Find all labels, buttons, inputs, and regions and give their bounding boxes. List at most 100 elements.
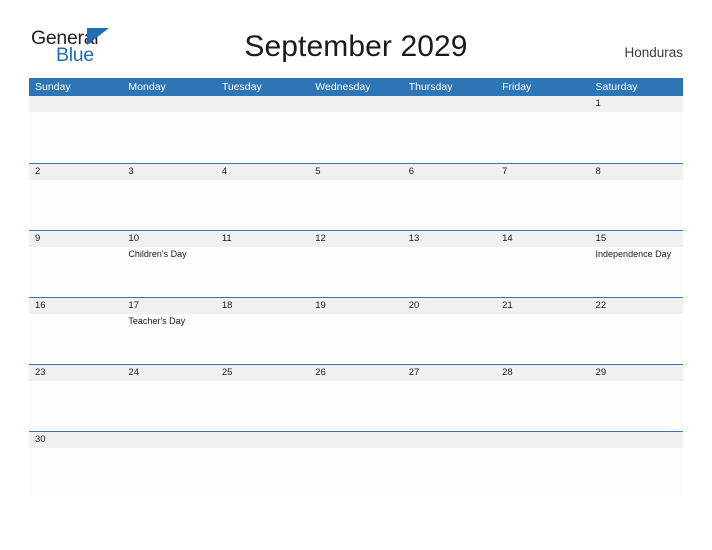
day-number[interactable]: 15 xyxy=(590,231,683,247)
day-number[interactable]: 27 xyxy=(403,365,496,381)
day-event xyxy=(496,448,589,497)
day-number[interactable] xyxy=(309,96,402,112)
day-event xyxy=(309,381,402,430)
day-number[interactable] xyxy=(216,432,309,448)
day-number[interactable]: 25 xyxy=(216,365,309,381)
weekday-header-sunday: Sunday xyxy=(35,81,71,93)
week-event-strip xyxy=(29,381,683,430)
day-number[interactable]: 19 xyxy=(309,298,402,314)
day-number[interactable]: 17 xyxy=(122,298,215,314)
day-number[interactable]: 28 xyxy=(496,365,589,381)
day-number[interactable]: 1 xyxy=(590,96,683,112)
day-event xyxy=(216,247,309,296)
day-event xyxy=(216,381,309,430)
day-event xyxy=(122,381,215,430)
weekday-header-thursday: Thursday xyxy=(408,81,453,93)
day-number[interactable] xyxy=(29,96,122,112)
day-event xyxy=(216,112,309,161)
day-event xyxy=(403,381,496,430)
day-event xyxy=(309,247,402,296)
day-event xyxy=(403,314,496,363)
day-number[interactable]: 11 xyxy=(216,231,309,247)
calendar-page: General Blue September 2029 Honduras Sun… xyxy=(0,0,712,550)
day-number[interactable] xyxy=(403,432,496,448)
day-event xyxy=(590,381,683,430)
day-number[interactable]: 18 xyxy=(216,298,309,314)
day-number[interactable]: 23 xyxy=(29,365,122,381)
day-number[interactable] xyxy=(309,432,402,448)
day-number[interactable]: 2 xyxy=(29,164,122,180)
day-event xyxy=(309,180,402,229)
week-date-strip: 1 xyxy=(29,96,683,112)
day-event xyxy=(29,448,122,497)
day-number[interactable]: 6 xyxy=(403,164,496,180)
day-event xyxy=(496,180,589,229)
day-event xyxy=(590,448,683,497)
day-number[interactable]: 14 xyxy=(496,231,589,247)
day-number[interactable]: 30 xyxy=(29,432,122,448)
day-number[interactable]: 21 xyxy=(496,298,589,314)
day-number[interactable]: 29 xyxy=(590,365,683,381)
weekday-header-monday: Monday xyxy=(128,81,166,93)
day-number[interactable] xyxy=(496,432,589,448)
weekday-header-saturday: Saturday xyxy=(595,81,638,93)
week-date-strip: 16 17 18 19 20 21 22 xyxy=(29,298,683,314)
day-number[interactable] xyxy=(403,96,496,112)
day-number[interactable]: 13 xyxy=(403,231,496,247)
day-event xyxy=(403,180,496,229)
page-title: September 2029 xyxy=(244,30,468,63)
weekday-header-wednesday: Wednesday xyxy=(315,81,371,93)
day-event xyxy=(29,247,122,296)
day-number[interactable] xyxy=(496,96,589,112)
day-number[interactable]: 12 xyxy=(309,231,402,247)
week-date-strip: 30 xyxy=(29,432,683,448)
day-event xyxy=(122,448,215,497)
day-number[interactable]: 10 xyxy=(122,231,215,247)
day-event xyxy=(590,180,683,229)
day-number[interactable]: 22 xyxy=(590,298,683,314)
day-event xyxy=(496,112,589,161)
week-row: 23 24 25 26 27 28 29 xyxy=(29,364,683,431)
week-date-strip: 23 24 25 26 27 28 29 xyxy=(29,365,683,381)
day-event: Children's Day xyxy=(128,249,187,259)
day-event xyxy=(29,180,122,229)
day-number[interactable] xyxy=(590,432,683,448)
weekday-header-row: Sunday Monday Tuesday Wednesday Thursday… xyxy=(29,78,683,96)
day-number[interactable] xyxy=(122,432,215,448)
day-event xyxy=(496,247,589,296)
day-number[interactable]: 4 xyxy=(216,164,309,180)
country-label: Honduras xyxy=(624,45,683,60)
weekday-header-friday: Friday xyxy=(502,81,532,93)
day-event xyxy=(122,180,215,229)
day-number[interactable]: 7 xyxy=(496,164,589,180)
day-number[interactable]: 24 xyxy=(122,365,215,381)
day-event xyxy=(29,381,122,430)
day-event xyxy=(216,180,309,229)
day-number[interactable]: 20 xyxy=(403,298,496,314)
week-event-strip: Children's Day Independence Day xyxy=(29,247,683,296)
day-number[interactable] xyxy=(216,96,309,112)
day-number[interactable]: 9 xyxy=(29,231,122,247)
week-row: 30 xyxy=(29,431,683,498)
day-number[interactable]: 26 xyxy=(309,365,402,381)
week-date-strip: 2 3 4 5 6 7 8 xyxy=(29,164,683,180)
day-number[interactable]: 8 xyxy=(590,164,683,180)
week-event-strip xyxy=(29,112,683,161)
page-header: General Blue September 2029 Honduras xyxy=(0,0,712,76)
day-number[interactable] xyxy=(122,96,215,112)
week-date-strip: 9 10 11 12 13 14 15 xyxy=(29,231,683,247)
week-row: 2 3 4 5 6 7 8 xyxy=(29,163,683,230)
day-number[interactable]: 16 xyxy=(29,298,122,314)
day-event xyxy=(29,112,122,161)
day-event xyxy=(216,314,309,363)
week-event-strip xyxy=(29,180,683,229)
week-row: 9 10 11 12 13 14 15 Children's Day Indep… xyxy=(29,230,683,297)
day-event xyxy=(403,112,496,161)
day-event xyxy=(216,448,309,497)
month-grid: Sunday Monday Tuesday Wednesday Thursday… xyxy=(29,78,683,498)
day-event xyxy=(29,314,122,363)
day-event xyxy=(496,314,589,363)
day-number[interactable]: 5 xyxy=(309,164,402,180)
day-event xyxy=(309,112,402,161)
day-number[interactable]: 3 xyxy=(122,164,215,180)
